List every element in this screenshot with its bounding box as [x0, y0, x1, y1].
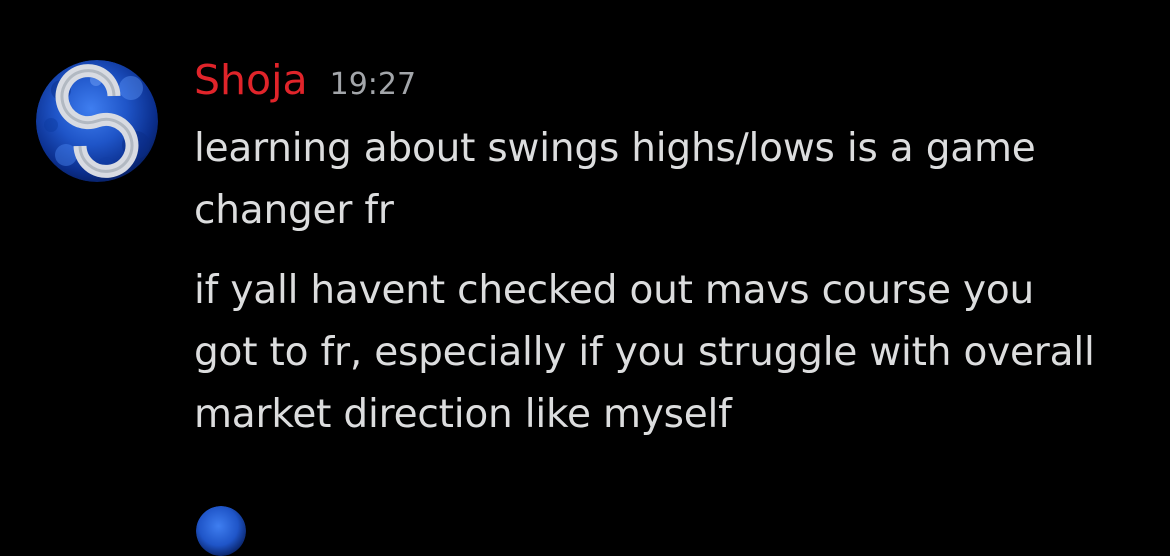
author-name[interactable]: Shoja — [194, 56, 308, 104]
message-line: learning about swings highs/lows is a ga… — [194, 126, 1036, 171]
message-line: changer fr — [194, 188, 394, 233]
message-timestamp: 19:27 — [329, 67, 417, 102]
message-line: market direction like myself — [194, 392, 732, 437]
message-line: got to fr, especially if you struggle wi… — [194, 330, 1095, 375]
message-paragraph-2: if yall havent checked out mavs course y… — [194, 260, 1154, 446]
next-avatar-graphic — [196, 506, 246, 556]
message-line: if yall havent checked out mavs course y… — [194, 268, 1035, 313]
message-paragraph-1: learning about swings highs/lows is a ga… — [194, 118, 1154, 242]
next-message-avatar-icon[interactable] — [196, 506, 246, 556]
user-avatar-icon[interactable] — [36, 60, 158, 182]
avatar-graphic — [36, 60, 158, 182]
message-header: Shoja 19:27 — [194, 56, 416, 112]
chat-message: Shoja 19:27 learning about swings highs/… — [0, 0, 1170, 556]
